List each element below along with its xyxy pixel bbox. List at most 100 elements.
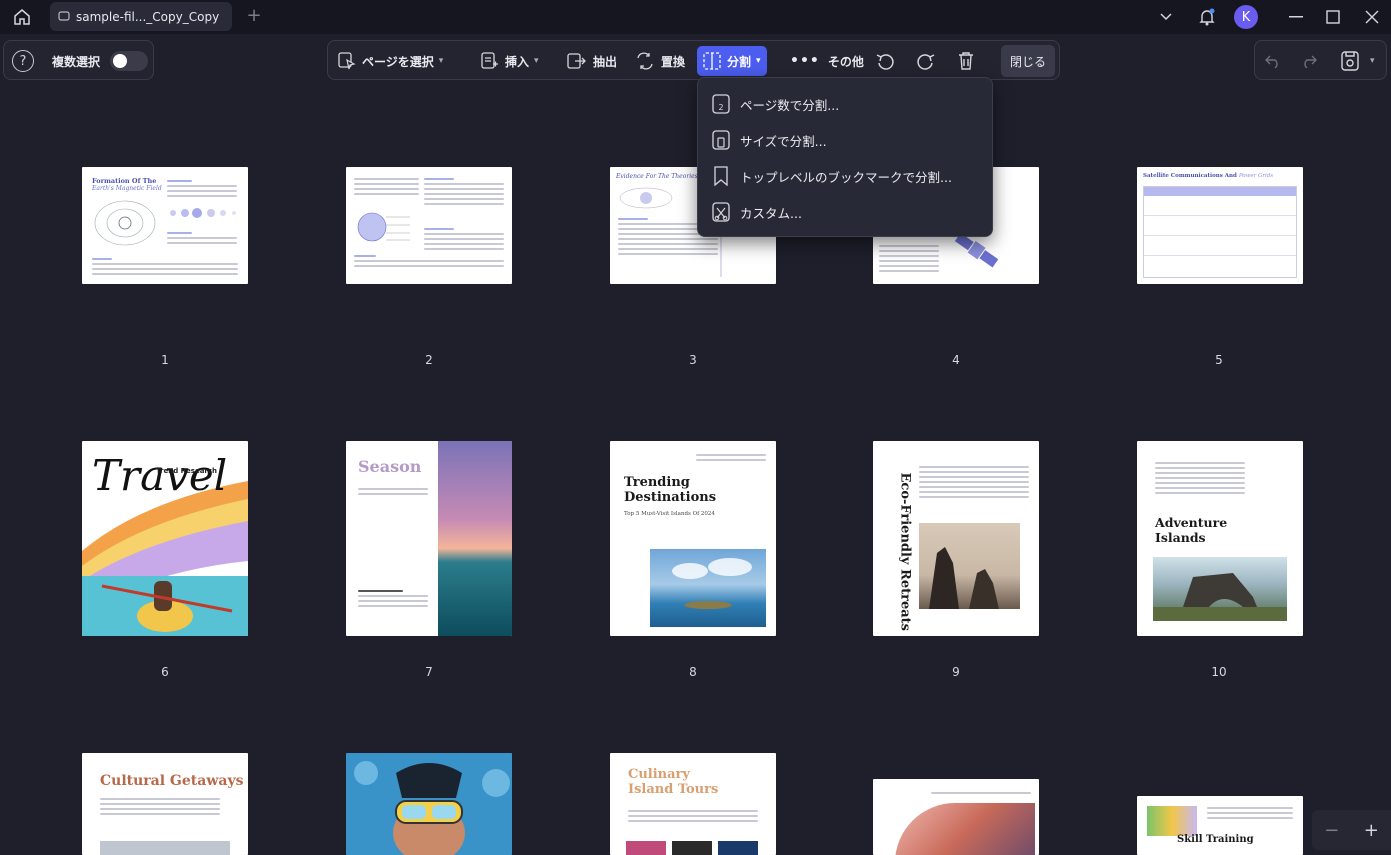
select-page-button[interactable]: ページを選択 ▾ xyxy=(338,46,443,76)
page-thumbnail-2[interactable] xyxy=(346,167,512,284)
svg-text:2: 2 xyxy=(718,103,723,112)
avatar[interactable]: K xyxy=(1234,5,1258,29)
help-icon[interactable]: ? xyxy=(12,50,34,72)
page-toolbar: ページを選択 ▾ 挿入 ▾ 抽出 置換 分割 ▾ ••• その他 閉じる xyxy=(327,40,1060,80)
split-by-bookmark[interactable]: トップレベルのブックマークで分割... xyxy=(698,161,994,191)
more-label: その他 xyxy=(827,54,864,69)
text-block xyxy=(354,175,419,198)
training-image xyxy=(1147,806,1197,836)
island-photo xyxy=(650,549,766,627)
maximize-icon[interactable] xyxy=(1323,6,1343,28)
page-thumbnail-14[interactable] xyxy=(873,779,1039,855)
rotate-right-icon xyxy=(917,54,935,70)
page-title: Trending Destinations xyxy=(624,475,717,505)
split-label: 分割 xyxy=(727,54,752,69)
replace-label: 置換 xyxy=(661,54,686,69)
page-number: 6 xyxy=(161,665,169,679)
replace-button[interactable]: 置換 xyxy=(635,46,685,76)
page-title: Formation Of The xyxy=(92,177,157,185)
sea-sunset-image xyxy=(438,441,512,636)
split-menu-label: ページ数で分割... xyxy=(740,97,840,113)
page-thumbnail-6[interactable]: Travel Trend Research xyxy=(82,441,248,636)
chevron-down-icon: ▾ xyxy=(438,56,444,66)
save-button[interactable]: ▾ xyxy=(1341,46,1375,76)
more-button[interactable]: ••• その他 xyxy=(790,46,864,76)
page-subtitle: Power Grids xyxy=(1238,173,1274,179)
zoom-control: − + xyxy=(1312,810,1391,850)
select-page-icon xyxy=(338,52,356,70)
page-number-icon: 2 xyxy=(712,94,730,114)
page-number: 4 xyxy=(952,353,960,367)
chat-icon xyxy=(58,10,70,21)
multi-select-toggle[interactable] xyxy=(110,51,148,71)
close-window-icon[interactable] xyxy=(1362,6,1382,28)
page-thumbnail-10[interactable]: Adventure Islands xyxy=(1137,441,1303,636)
tab-title: sample-fil..._Copy_Copy xyxy=(76,9,220,24)
table-row xyxy=(1144,236,1296,256)
landscape-photo xyxy=(100,841,230,855)
text-block xyxy=(1155,459,1245,497)
page-thumbnail-7[interactable]: Season xyxy=(346,441,512,636)
zoom-in-icon[interactable]: + xyxy=(1364,820,1379,841)
split-custom[interactable]: カスタム... xyxy=(698,197,994,227)
text-block xyxy=(92,255,238,278)
bell-icon[interactable] xyxy=(1196,6,1218,28)
delete-button[interactable] xyxy=(957,46,981,76)
page-title: Season xyxy=(358,457,422,476)
title-bar: sample-fil..._Copy_Copy + K xyxy=(0,0,1391,34)
text-block xyxy=(358,587,428,610)
bookmark-icon xyxy=(714,166,728,186)
table-header xyxy=(1144,187,1296,196)
page-subtitle: Top 5 Must-Visit Islands Of 2024 xyxy=(624,511,715,517)
add-tab-button[interactable]: + xyxy=(244,6,264,26)
insert-icon xyxy=(481,52,498,69)
arch-rock-photo xyxy=(1153,557,1287,621)
split-button[interactable]: 分割 ▾ xyxy=(697,46,767,76)
data-table xyxy=(1143,186,1297,278)
text-block xyxy=(358,485,428,498)
diver-photo xyxy=(346,753,512,855)
split-by-page-count[interactable]: 2 ページ数で分割... xyxy=(698,89,994,119)
close-button[interactable]: 閉じる xyxy=(1001,45,1055,77)
circles-row xyxy=(167,204,239,223)
page-thumbnail-11[interactable]: Cultural Getaways xyxy=(82,753,248,855)
table-row xyxy=(1144,216,1296,236)
split-by-size[interactable]: サイズで分割... xyxy=(698,125,994,155)
text-block xyxy=(628,807,758,825)
page-thumbnail-15[interactable]: Skill Training xyxy=(1137,796,1303,855)
page-thumbnail-12[interactable] xyxy=(346,753,512,855)
page-number: 7 xyxy=(425,665,433,679)
rotate-right-button[interactable] xyxy=(916,46,942,76)
minimize-icon[interactable] xyxy=(1286,6,1306,28)
rotate-left-button[interactable] xyxy=(875,46,901,76)
page-number: 5 xyxy=(1215,353,1223,367)
split-menu-label: サイズで分割... xyxy=(740,133,827,149)
page-thumbnail-5[interactable]: Satellite Communications And Power Grids xyxy=(1137,167,1303,284)
page-title: Eco-Friendly Retreats xyxy=(897,472,913,631)
earth-diagram xyxy=(357,212,410,242)
food-photo xyxy=(672,841,712,855)
extract-button[interactable]: 抽出 xyxy=(567,46,617,76)
page-thumbnail-8[interactable]: Trending Destinations Top 5 Must-Visit I… xyxy=(610,441,776,636)
chevron-down-icon[interactable] xyxy=(1157,6,1175,28)
page-title: Adventure Islands xyxy=(1155,515,1228,545)
text-block xyxy=(424,175,504,208)
rock-photo xyxy=(919,523,1020,609)
insert-button[interactable]: 挿入 ▾ xyxy=(481,46,539,76)
page-thumbnail-9[interactable]: Eco-Friendly Retreats xyxy=(873,441,1039,636)
insert-label: 挿入 xyxy=(505,54,530,69)
page-thumbnail-13[interactable]: Culinary Island Tours xyxy=(610,753,776,855)
page-title-text: Satellite Communications And xyxy=(1143,173,1237,179)
redo-button[interactable] xyxy=(1301,46,1323,76)
file-size-icon xyxy=(712,130,730,150)
save-icon xyxy=(1341,51,1359,71)
toggle-knob xyxy=(113,54,127,68)
text-block xyxy=(696,451,766,464)
zoom-out-icon[interactable]: − xyxy=(1324,820,1339,841)
home-icon[interactable] xyxy=(8,4,36,30)
undo-button[interactable] xyxy=(1265,46,1287,76)
document-tab[interactable]: sample-fil..._Copy_Copy xyxy=(50,2,232,31)
text-block xyxy=(354,252,504,270)
text-block xyxy=(167,229,237,247)
page-thumbnail-1[interactable]: Formation Of The Earth's Magnetic Field xyxy=(82,167,248,284)
